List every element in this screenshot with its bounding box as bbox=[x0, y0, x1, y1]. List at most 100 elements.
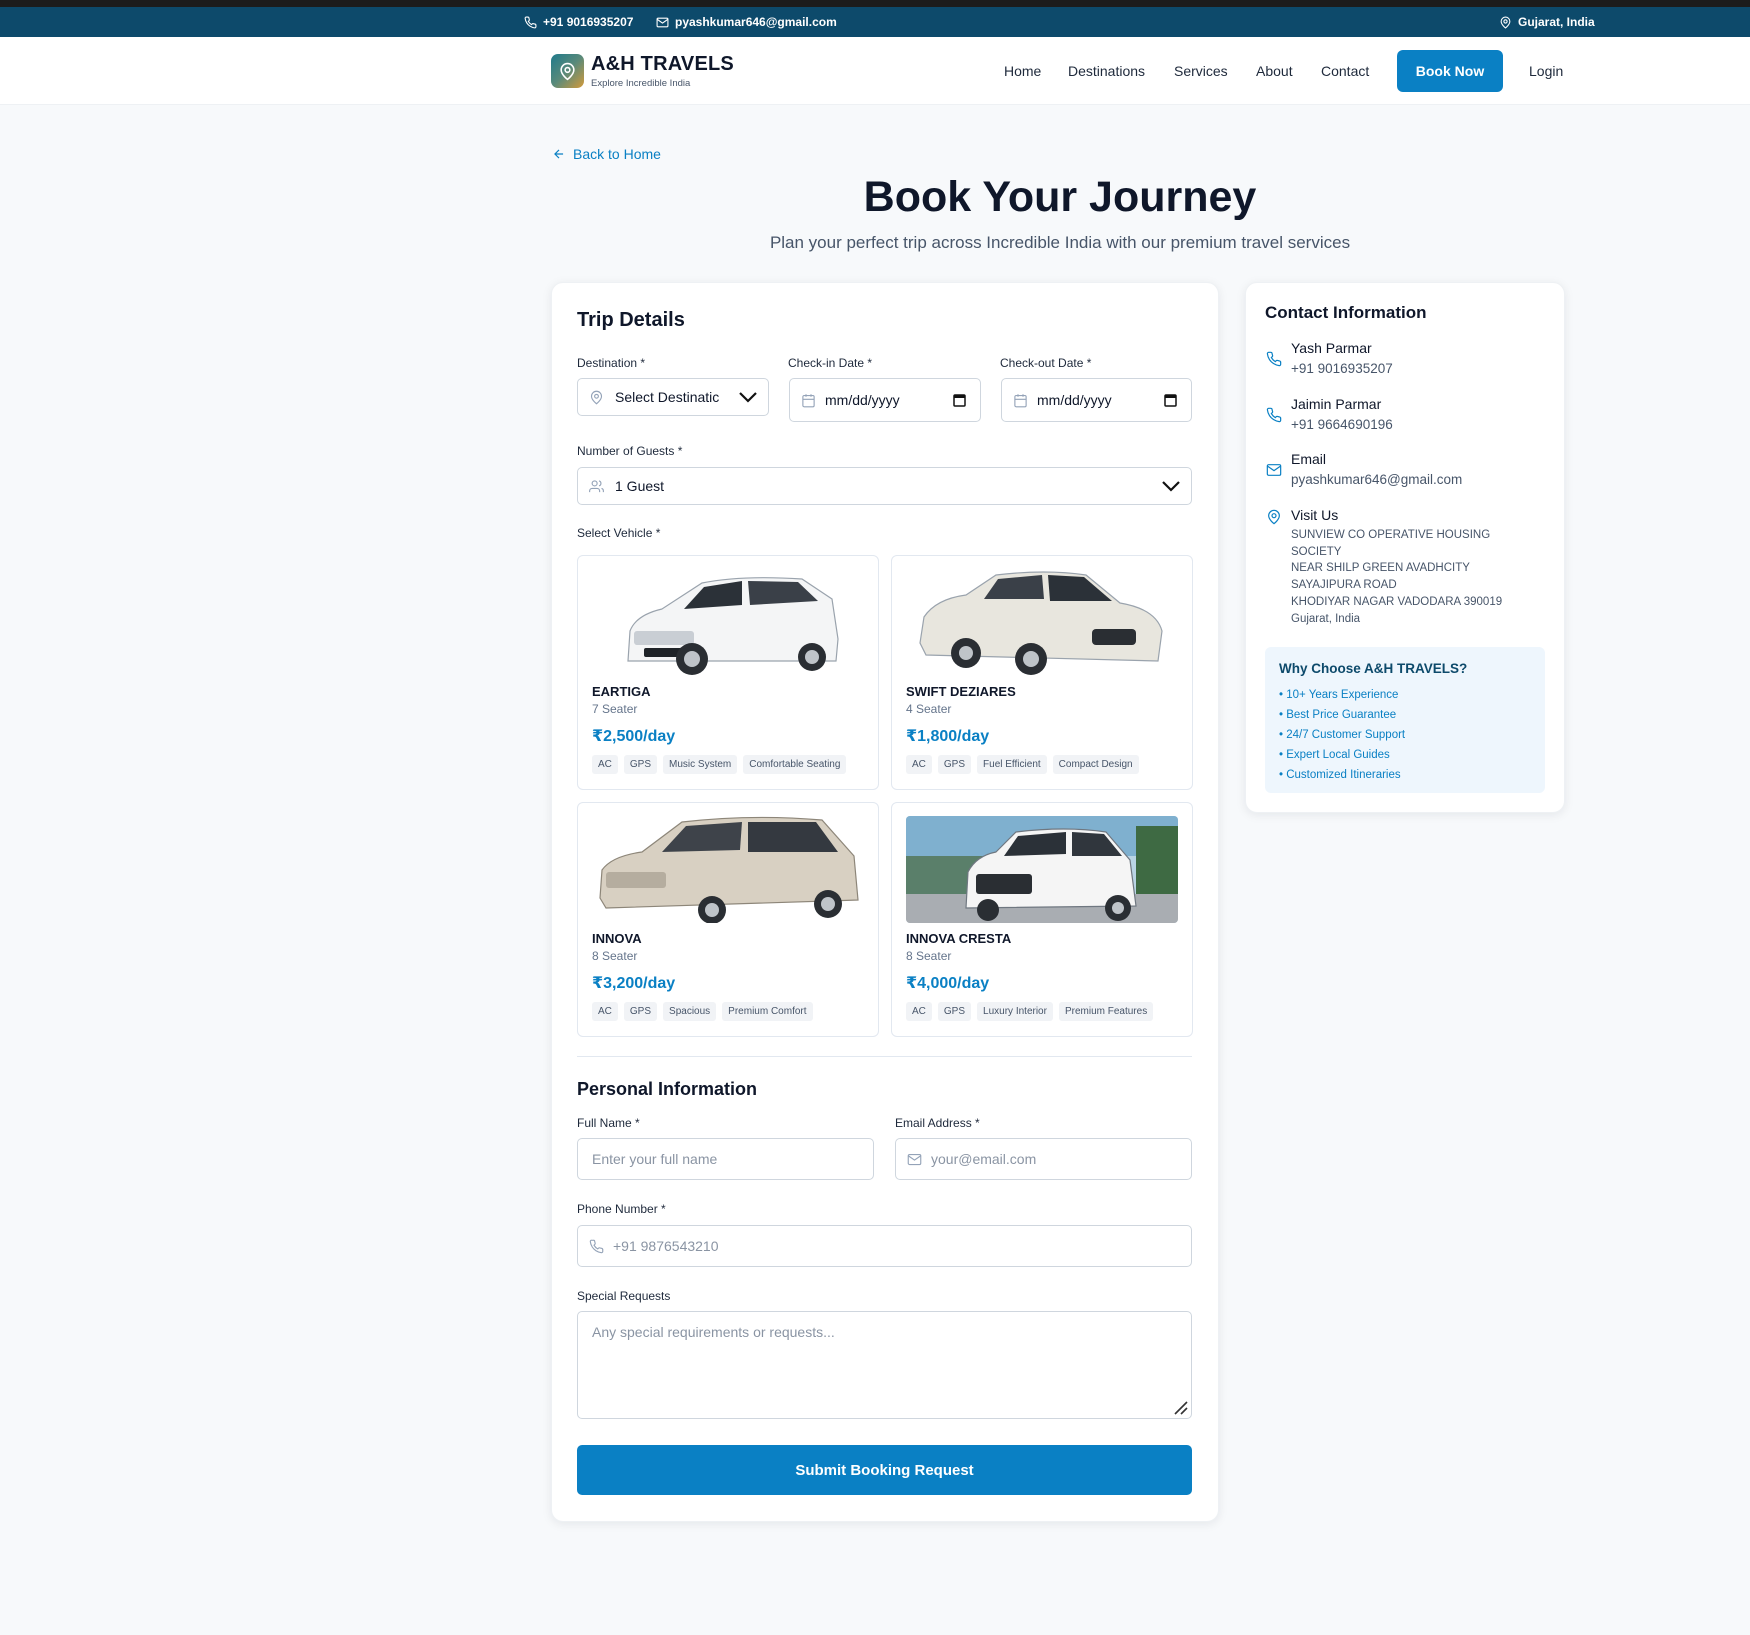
topbar-location: Gujarat, India bbox=[1499, 15, 1595, 29]
address-line: SAYAJIPURA ROAD bbox=[1291, 579, 1397, 592]
contact-info-heading: Contact Information bbox=[1265, 303, 1427, 322]
address-line: SUNVIEW CO OPERATIVE HOUSING bbox=[1291, 529, 1491, 541]
feature-tag: Premium Comfort bbox=[722, 1002, 813, 1021]
map-pin-icon bbox=[590, 390, 603, 404]
main-navbar: A&H TRAVELS Explore Incredible India Hom… bbox=[0, 37, 1750, 105]
phone-icon bbox=[1266, 351, 1282, 367]
resize-handle-icon[interactable] bbox=[1171, 1398, 1189, 1416]
contact-visit-title: Visit Us bbox=[1291, 507, 1339, 523]
topbar-phone[interactable]: +91 9016935207 bbox=[524, 15, 633, 29]
destination-label: Destination * bbox=[577, 356, 646, 370]
feature-tag: GPS bbox=[623, 755, 658, 774]
nav-contact[interactable]: Contact bbox=[1321, 63, 1369, 79]
arrow-left-icon bbox=[554, 149, 564, 159]
why-choose-title: Why Choose A&H TRAVELS? bbox=[1279, 661, 1468, 676]
vehicle-name: SWIFT DEZIARES bbox=[906, 684, 1016, 699]
login-link[interactable]: Login bbox=[1529, 63, 1563, 79]
checkout-value: mm/dd/yyyy bbox=[1037, 392, 1112, 408]
vehicle-card-swift-deziares[interactable]: SWIFT DEZIARES 4 Seater ₹1,800/day AC GP… bbox=[891, 555, 1193, 790]
vehicle-image bbox=[906, 816, 1178, 923]
vehicle-card-innova[interactable]: INNOVA 8 Seater ₹3,200/day AC GPS Spacio… bbox=[577, 802, 879, 1037]
contact-email-value: pyashkumar646@gmail.com bbox=[1291, 472, 1463, 487]
special-requests-placeholder: Any special requirements or requests... bbox=[592, 1324, 835, 1340]
calendar-picker-icon[interactable] bbox=[1164, 393, 1177, 407]
phone-icon bbox=[589, 1239, 604, 1253]
feature-tag: AC bbox=[592, 1002, 618, 1021]
checkout-date-input[interactable]: mm/dd/yyyy bbox=[1001, 378, 1192, 422]
nav-destinations[interactable]: Destinations bbox=[1068, 63, 1145, 79]
vehicle-name: INNOVA bbox=[592, 931, 642, 946]
special-requests-textarea[interactable]: Any special requirements or requests... bbox=[577, 1311, 1192, 1419]
page-title: Book Your Journey bbox=[863, 173, 1257, 221]
feature-tag: AC bbox=[592, 755, 618, 774]
mail-icon bbox=[656, 17, 669, 27]
nav-home[interactable]: Home bbox=[1004, 63, 1041, 79]
vehicle-seats: 4 Seater bbox=[906, 702, 952, 716]
phone-placeholder: +91 9876543210 bbox=[613, 1238, 719, 1254]
phone-icon bbox=[1266, 407, 1282, 423]
brand-logo[interactable] bbox=[551, 54, 584, 88]
vehicle-price: ₹1,800/day bbox=[906, 728, 990, 745]
map-pin-icon bbox=[1268, 509, 1280, 525]
contact-person-1-name: Yash Parmar bbox=[1291, 340, 1372, 356]
email-placeholder: your@email.com bbox=[931, 1151, 1037, 1167]
trip-details-heading: Trip Details bbox=[577, 309, 685, 331]
mail-icon bbox=[1266, 464, 1282, 476]
chevron-down-icon bbox=[739, 392, 757, 403]
phone-icon bbox=[524, 16, 537, 28]
map-pin-icon bbox=[1500, 16, 1511, 29]
feature-tag: Music System bbox=[663, 755, 738, 774]
topbar-email[interactable]: pyashkumar646@gmail.com bbox=[656, 15, 837, 29]
address-line: SOCIETY bbox=[1291, 545, 1342, 558]
vehicle-card-eartiga[interactable]: EARTIGA 7 Seater ₹2,500/day AC GPS Music… bbox=[577, 555, 879, 790]
list-item: • Customized Itineraries bbox=[1279, 769, 1401, 781]
nav-about[interactable]: About bbox=[1256, 63, 1293, 79]
feature-tag: AC bbox=[906, 1002, 932, 1021]
map-pin-icon bbox=[560, 62, 575, 80]
guests-select[interactable]: 1 Guest bbox=[577, 467, 1192, 505]
vehicle-price: ₹4,000/day bbox=[906, 975, 990, 992]
vehicle-features: AC GPS Spacious Premium Comfort bbox=[592, 1002, 813, 1021]
guests-value: 1 Guest bbox=[615, 478, 665, 494]
address-line: Gujarat, India bbox=[1291, 612, 1361, 625]
vehicle-card-innova-cresta[interactable]: INNOVA CRESTA 8 Seater ₹4,000/day AC GPS… bbox=[891, 802, 1193, 1037]
address-line: NEAR SHILP GREEN AVADHCITY bbox=[1291, 562, 1470, 575]
full-name-input[interactable]: Enter your full name bbox=[577, 1138, 874, 1180]
calendar-picker-icon[interactable] bbox=[953, 393, 966, 407]
submit-booking-button[interactable]: Submit Booking Request bbox=[577, 1445, 1192, 1495]
vehicle-label: Select Vehicle * bbox=[577, 526, 661, 540]
feature-tag: Compact Design bbox=[1052, 755, 1139, 774]
personal-info-heading: Personal Information bbox=[577, 1079, 758, 1099]
contact-email-title: Email bbox=[1291, 451, 1327, 467]
nav-services[interactable]: Services bbox=[1174, 63, 1228, 79]
vehicle-seats: 8 Seater bbox=[592, 949, 638, 963]
email-label: Email Address * bbox=[895, 1116, 980, 1130]
list-item: • 24/7 Customer Support bbox=[1279, 729, 1406, 741]
vehicle-seats: 7 Seater bbox=[592, 702, 638, 716]
email-input[interactable]: your@email.com bbox=[895, 1138, 1192, 1180]
book-now-button[interactable]: Book Now bbox=[1397, 50, 1503, 92]
destination-select[interactable]: Select Destinatic bbox=[577, 378, 769, 416]
users-icon bbox=[589, 479, 604, 492]
calendar-icon bbox=[802, 393, 815, 407]
checkin-label: Check-in Date * bbox=[788, 356, 873, 370]
brand-name[interactable]: A&H TRAVELS bbox=[591, 53, 734, 76]
full-name-label: Full Name * bbox=[577, 1116, 640, 1130]
back-to-home-link[interactable]: Back to Home bbox=[552, 146, 661, 162]
back-link-label: Back to Home bbox=[573, 146, 661, 162]
mail-icon bbox=[907, 1153, 922, 1165]
page-subtitle: Plan your perfect trip across Incredible… bbox=[769, 233, 1351, 252]
contact-address-lines: SUNVIEW CO OPERATIVE HOUSING SOCIETY NEA… bbox=[1291, 527, 1502, 627]
checkout-label: Check-out Date * bbox=[1000, 356, 1092, 370]
phone-input[interactable]: +91 9876543210 bbox=[577, 1225, 1192, 1267]
vehicle-image bbox=[906, 569, 1178, 676]
section-divider bbox=[577, 1056, 1192, 1057]
vehicle-features: AC GPS Fuel Efficient Compact Design bbox=[906, 755, 1139, 774]
feature-tag: Premium Features bbox=[1058, 1002, 1154, 1021]
feature-tag: GPS bbox=[623, 1002, 658, 1021]
address-line: KHODIYAR NAGAR VADODARA 390019 bbox=[1291, 595, 1503, 608]
checkin-date-input[interactable]: mm/dd/yyyy bbox=[789, 378, 981, 422]
top-edge-strip bbox=[0, 0, 1750, 7]
vehicle-features: AC GPS Luxury Interior Premium Features bbox=[906, 1002, 1154, 1021]
vehicle-seats: 8 Seater bbox=[906, 949, 952, 963]
